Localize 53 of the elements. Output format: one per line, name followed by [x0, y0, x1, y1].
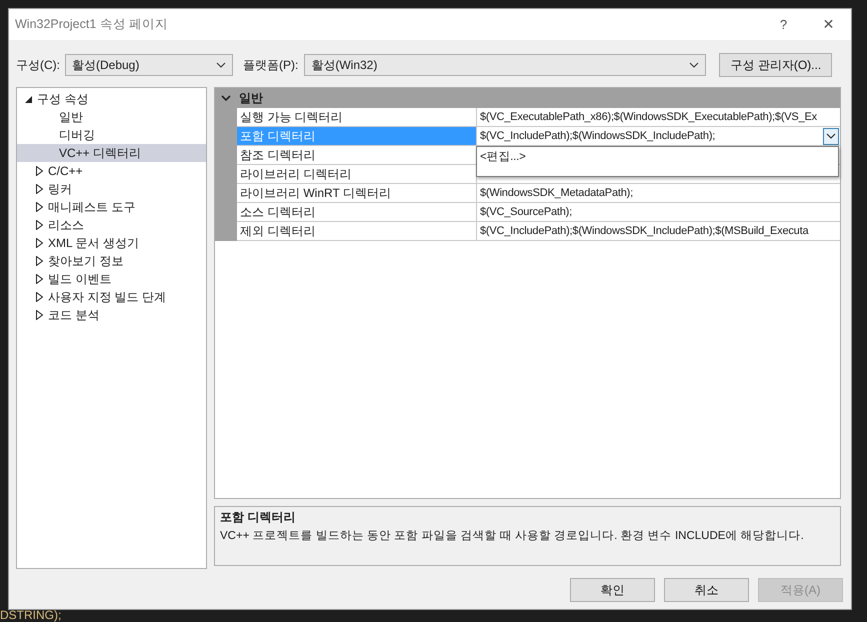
tree-item[interactable]: 사용자 지정 빌드 단계: [17, 288, 206, 306]
dropdown-button[interactable]: [823, 128, 839, 144]
property-name[interactable]: 참조 디렉터리: [237, 146, 477, 165]
chevron-down-icon: [689, 62, 700, 68]
close-button[interactable]: ✕: [806, 16, 851, 33]
collapsed-triangle-icon[interactable]: [36, 166, 43, 176]
tree-item[interactable]: 찾아보기 정보: [17, 252, 206, 270]
tree-item[interactable]: 리소스: [17, 216, 206, 234]
collapsed-triangle-icon[interactable]: [36, 292, 43, 302]
collapsed-triangle-icon[interactable]: [36, 220, 43, 230]
property-value[interactable]: $(VC_IncludePath);$(WindowsSDK_IncludePath);: [480, 130, 716, 142]
tree-item[interactable]: XML 문서 생성기: [17, 234, 206, 252]
dialog-button[interactable]: 취소: [664, 578, 749, 602]
configuration-dropdown[interactable]: 활성(Debug): [65, 54, 233, 76]
configuration-label: 구성(C):: [16, 56, 60, 74]
expanded-triangle-icon[interactable]: [25, 96, 32, 102]
tree-item[interactable]: 디버깅: [17, 126, 206, 144]
window-title: Win32Project1 속성 페이지: [15, 16, 170, 33]
collapsed-triangle-icon[interactable]: [36, 202, 43, 212]
description-title: 포함 디렉터리: [220, 509, 296, 526]
property-value[interactable]: $(VC_SourcePath);: [480, 206, 572, 218]
group-header[interactable]: 일반: [215, 88, 840, 108]
property-name[interactable]: 소스 디렉터리: [237, 203, 477, 222]
dropdown-option[interactable]: <편집...>: [477, 147, 838, 166]
collapsed-triangle-icon[interactable]: [36, 184, 43, 194]
code-text: DSTRING);: [0, 608, 62, 622]
chevron-down-icon: [216, 62, 226, 68]
help-button[interactable]: ?: [761, 17, 806, 32]
chevron-down-icon: [826, 133, 836, 139]
tree-item[interactable]: C/C++: [17, 162, 206, 180]
property-value[interactable]: $(VC_ExecutablePath_x86);$(WindowsSDK_ExecutablePath);$(VS_Ex: [480, 111, 817, 123]
platform-label: 플랫폼(P):: [243, 56, 298, 74]
collapsed-triangle-icon[interactable]: [36, 256, 43, 266]
tree-item[interactable]: 빌드 이벤트: [17, 270, 206, 288]
tree-item[interactable]: 구성 속성: [17, 90, 206, 108]
tree-item[interactable]: 코드 분석: [17, 306, 206, 324]
property-name[interactable]: 라이브러리 WinRT 디렉터리: [237, 184, 477, 203]
property-name[interactable]: 라이브러리 디렉터리: [237, 165, 477, 184]
description-text: VC++ 프로젝트를 빌드하는 동안 포함 파일을 검색할 때 사용할 경로입니다. 환경 변수 INCLUDE에 해당합니다.: [220, 529, 805, 544]
collapsed-triangle-icon[interactable]: [36, 274, 43, 284]
collapsed-triangle-icon[interactable]: [36, 310, 43, 320]
configuration-manager-button[interactable]: 구성 관리자(O)...: [719, 53, 832, 77]
property-name[interactable]: 제외 디렉터리: [237, 222, 477, 241]
platform-dropdown[interactable]: 활성(Win32): [304, 54, 706, 76]
property-value[interactable]: $(VC_IncludePath);$(WindowsSDK_IncludePath);$(MSBuild_Executa: [480, 225, 808, 237]
tree-item[interactable]: 매니페스트 도구: [17, 198, 206, 216]
tree-item[interactable]: 링커: [17, 180, 206, 198]
collapsed-triangle-icon[interactable]: [36, 238, 43, 248]
property-value[interactable]: $(WindowsSDK_MetadataPath);: [480, 187, 633, 199]
tree-item[interactable]: VC++ 디렉터리: [17, 144, 206, 162]
dialog-button[interactable]: 확인: [570, 578, 655, 602]
tree-item[interactable]: 일반: [17, 108, 206, 126]
chevron-down-icon[interactable]: [221, 94, 231, 102]
